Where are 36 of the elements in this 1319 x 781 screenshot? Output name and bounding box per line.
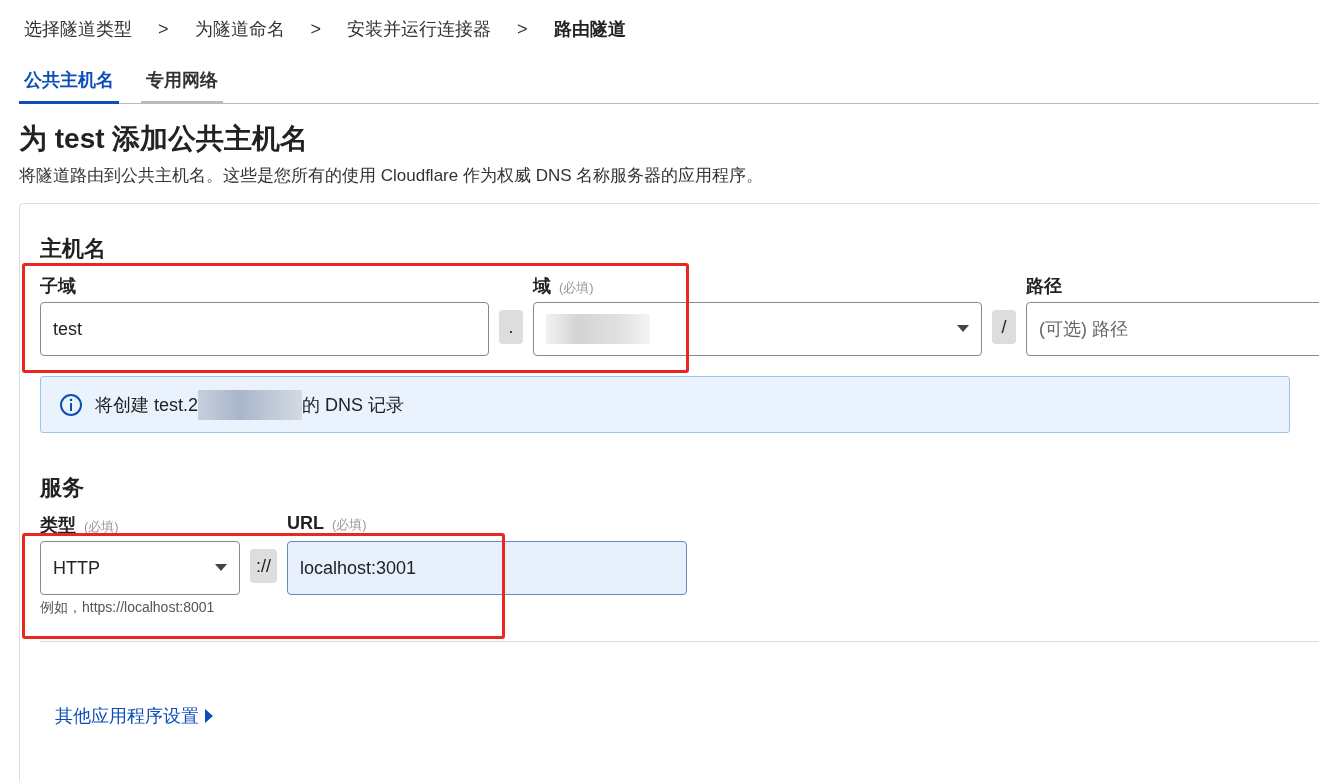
section-heading: 服务 xyxy=(40,474,85,502)
url-field[interactable]: localhost:3001 xyxy=(287,541,687,595)
field-label: 域 xyxy=(533,275,551,298)
field-hint: 例如，https://localhost:8001 xyxy=(40,599,216,617)
notice-text: 的 DNS 记录 xyxy=(302,393,405,417)
breadcrumb-item[interactable]: 安装并运行连接器 xyxy=(347,17,492,41)
breadcrumb-item[interactable]: 为隧道命名 xyxy=(194,17,285,41)
field-label: 子域 xyxy=(40,275,76,298)
breadcrumb-item[interactable]: 选择隧道类型 xyxy=(24,17,132,41)
tab[interactable]: 公共主机名 xyxy=(19,58,119,104)
notice-text: 将创建 test.2 xyxy=(95,393,199,417)
page-title: 为 test 添加公共主机名 xyxy=(19,122,310,156)
required-note: (必填) xyxy=(559,279,594,297)
dot-separator: . xyxy=(499,310,523,344)
caret-icon xyxy=(215,564,227,572)
type-select[interactable]: HTTP xyxy=(40,541,240,595)
required-note: (必填) xyxy=(332,516,367,534)
breadcrumb-separator: > xyxy=(310,18,322,40)
breadcrumb-separator: > xyxy=(158,18,169,40)
caret-icon xyxy=(957,325,969,333)
breadcrumb-item[interactable]: 路由隧道 xyxy=(553,17,626,41)
info-icon xyxy=(59,392,83,417)
field-label: 路径 xyxy=(1026,275,1062,298)
caret-right-icon xyxy=(205,709,213,723)
domain-select[interactable] xyxy=(533,302,982,356)
breadcrumb-separator: > xyxy=(517,18,528,40)
more-settings-link[interactable]: 其他应用程序设置 xyxy=(55,704,213,728)
page-description: 将隧道路由到公共主机名。这些是您所有的使用 Cloudflare 作为权威 DNS 名称服务器的应用程序。 xyxy=(19,165,765,187)
scheme-separator: :// xyxy=(250,549,277,583)
field-label: URL xyxy=(287,513,324,534)
slash-separator: / xyxy=(992,310,1016,344)
path-field[interactable]: (可选) 路径 xyxy=(1026,302,1319,356)
subdomain-field[interactable]: test xyxy=(40,302,489,356)
field-label: 类型 xyxy=(40,514,76,537)
section-heading: 主机名 xyxy=(40,235,107,263)
tab[interactable]: 专用网络 xyxy=(141,58,223,104)
